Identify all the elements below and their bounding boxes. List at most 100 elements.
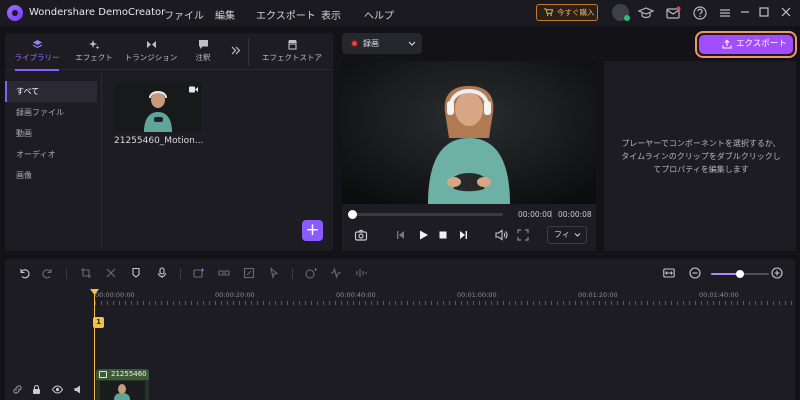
voice-changer-icon[interactable]: [355, 267, 367, 279]
maximize-icon[interactable]: [757, 5, 771, 19]
nav-audio[interactable]: オーディオ: [5, 144, 97, 165]
tab-library-label: ライブラリー: [14, 53, 60, 62]
menu-edit[interactable]: 編集: [215, 7, 235, 22]
add-media-button[interactable]: +: [302, 220, 323, 241]
video-preview[interactable]: [342, 61, 596, 204]
eye-icon[interactable]: [51, 384, 64, 395]
tab-effect-store-label: エフェクトストア: [262, 53, 322, 62]
mark-icon[interactable]: [130, 267, 142, 279]
stop-icon[interactable]: [436, 228, 450, 242]
buy-now-label: 今すぐ購入: [557, 8, 595, 17]
zoom-knob[interactable]: [736, 270, 744, 278]
help-icon[interactable]: [692, 5, 708, 21]
video-camera-icon: [189, 86, 198, 93]
library-nav: すべて 録画ファイル 動画 オーディオ 画像: [5, 81, 97, 186]
properties-panel: プレーヤーでコンポーネントを選択するか、タイムラインのクリップをダブルクリックし…: [604, 61, 796, 251]
nav-divider: [101, 73, 102, 249]
menu-view[interactable]: 表示: [321, 7, 341, 22]
previous-frame-icon[interactable]: [394, 228, 408, 242]
crop-icon[interactable]: [80, 267, 92, 279]
chevron-down-icon: [408, 41, 416, 46]
app-title: Wondershare DemoCreator: [29, 7, 166, 18]
menu-export[interactable]: エクスポート: [256, 7, 316, 22]
record-dropdown[interactable]: 録画: [342, 33, 422, 54]
toolbar-divider: [180, 268, 181, 279]
zoom-in-icon[interactable]: [771, 267, 783, 279]
ruler-label: 00:00:00:00: [95, 291, 135, 299]
media-thumbnail[interactable]: [114, 82, 202, 132]
ruler-label: 00:01:00:00: [457, 291, 497, 299]
more-tabs-button[interactable]: [227, 33, 243, 70]
fit-timeline-icon[interactable]: [663, 267, 675, 279]
upload-icon: [722, 39, 732, 49]
menu-help[interactable]: ヘルプ: [364, 7, 394, 22]
split-icon[interactable]: [105, 267, 117, 279]
record-label: 録画: [363, 39, 379, 48]
zoom-slider[interactable]: [711, 270, 769, 278]
toolbar-divider: [66, 268, 67, 279]
graduation-cap-icon[interactable]: [637, 5, 655, 21]
tab-effect-store[interactable]: エフェクトストア: [255, 33, 329, 70]
buy-now-button[interactable]: 今すぐ購入: [536, 4, 598, 21]
lock-icon[interactable]: [31, 384, 42, 395]
link-icon[interactable]: [12, 384, 23, 395]
timeline-ruler[interactable]: 00:00:00:00 00:00:20:00 00:00:40:00 00:0…: [95, 289, 795, 307]
clip-video-icon: [99, 371, 107, 378]
microphone-icon[interactable]: [156, 267, 168, 279]
undo-icon[interactable]: [18, 267, 30, 279]
record-icon: [350, 39, 359, 48]
timeline-marker[interactable]: 1: [93, 317, 104, 328]
nav-all[interactable]: すべて: [5, 81, 97, 102]
redo-icon[interactable]: [42, 267, 54, 279]
snapshot-icon[interactable]: [354, 228, 368, 242]
preview-panel: 00:00:00 | 00:00:08 フィ: [342, 61, 596, 251]
store-icon: [287, 40, 297, 50]
nav-images[interactable]: 画像: [5, 165, 97, 186]
zoom-out-icon[interactable]: [689, 267, 701, 279]
tab-transitions[interactable]: トランジション: [121, 33, 181, 70]
menu-file[interactable]: ファイル: [164, 7, 204, 22]
chevron-down-icon: [574, 233, 581, 237]
mail-icon[interactable]: [665, 5, 681, 21]
transition-icon: [146, 41, 156, 48]
cursor-icon[interactable]: [268, 267, 280, 280]
playhead[interactable]: [94, 289, 95, 400]
tab-divider: [248, 38, 249, 66]
layers-icon: [32, 40, 42, 49]
fullscreen-icon[interactable]: [516, 228, 530, 242]
progress-knob[interactable]: [348, 210, 357, 219]
nav-recordings[interactable]: 録画ファイル: [5, 102, 97, 123]
fit-label: フィ: [554, 230, 570, 239]
menu-icon[interactable]: [717, 5, 733, 21]
volume-icon[interactable]: [494, 228, 508, 242]
export-button[interactable]: エクスポート: [695, 31, 797, 58]
next-frame-icon[interactable]: [456, 228, 470, 242]
clip-header: 21255460: [96, 369, 149, 380]
speaker-icon[interactable]: [73, 384, 84, 395]
noise-removal-icon[interactable]: [330, 267, 342, 279]
tab-effects[interactable]: エフェクト: [67, 33, 121, 70]
clip-thumbnail: [100, 381, 145, 400]
freeze-frame-icon[interactable]: [243, 267, 255, 279]
avatar[interactable]: [612, 4, 630, 21]
playback-progress[interactable]: [348, 210, 503, 219]
tab-effects-label: エフェクト: [75, 53, 113, 62]
export-button-inner[interactable]: エクスポート: [699, 35, 793, 54]
export-label: エクスポート: [736, 39, 787, 49]
title-bar: Wondershare DemoCreator ファイル 編集 エクスポート 表…: [0, 0, 800, 26]
time-separator: |: [550, 209, 553, 218]
stabilize-icon[interactable]: [218, 267, 230, 279]
ai-tool-icon[interactable]: [193, 267, 205, 279]
fit-dropdown[interactable]: フィ: [547, 226, 587, 244]
tab-library[interactable]: ライブラリー: [9, 33, 65, 71]
close-icon[interactable]: [779, 5, 793, 19]
toolbar-divider: [292, 268, 293, 279]
ruler-label: 00:00:40:00: [336, 291, 376, 299]
video-clip[interactable]: 21255460: [96, 369, 149, 400]
play-icon[interactable]: [416, 228, 430, 242]
tab-annotations[interactable]: 注釈: [183, 33, 223, 70]
ai-circle-icon[interactable]: [305, 267, 317, 279]
nav-video[interactable]: 動画: [5, 123, 97, 144]
minimize-icon[interactable]: [738, 5, 752, 19]
ruler-label: 00:01:40:00: [699, 291, 739, 299]
